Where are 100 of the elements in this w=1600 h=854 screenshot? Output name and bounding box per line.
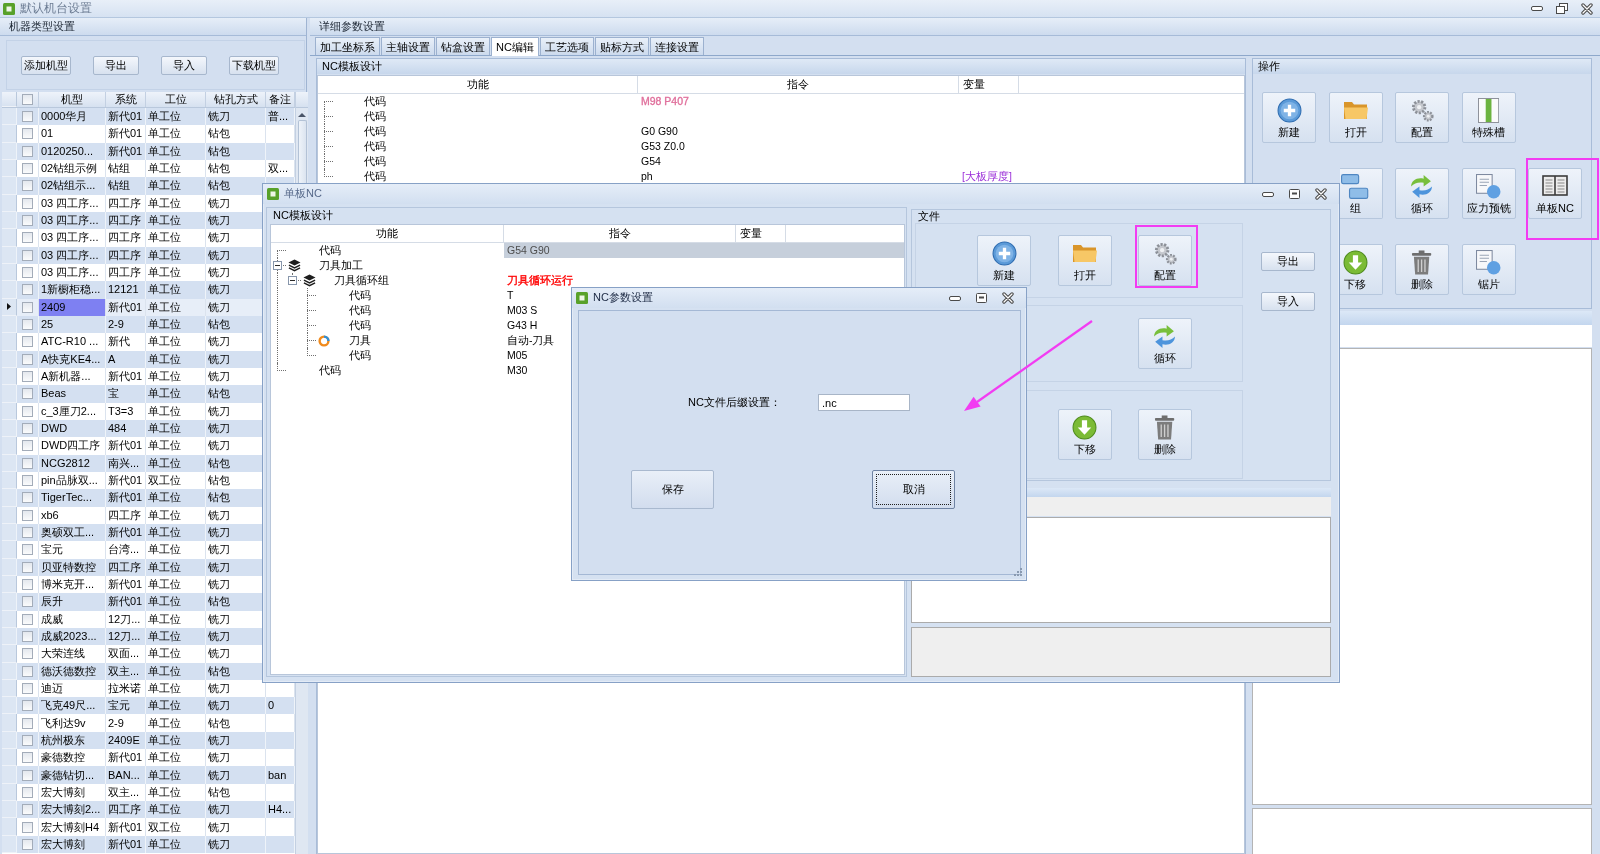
node-label[interactable]: 代码 [349,289,371,302]
tab[interactable]: 钻盒设置 [436,37,490,55]
checkbox[interactable] [22,267,33,279]
tab[interactable]: 主轴设置 [381,37,435,55]
action-button[interactable]: 单板NC [1528,168,1582,219]
checkbox[interactable] [22,665,33,677]
checkbox[interactable] [22,752,33,764]
minimize-icon[interactable] [1262,191,1274,197]
action-button[interactable]: 下移 [1339,244,1383,295]
checkbox[interactable] [22,683,33,694]
action-button[interactable]: 特殊槽 [1461,92,1516,143]
toolbar-button[interactable]: 导出 [1261,252,1315,271]
checkbox[interactable] [22,457,33,469]
checkbox[interactable] [22,180,33,192]
checkbox[interactable] [22,475,33,487]
scrollbar-thumb[interactable] [297,120,307,183]
checkbox[interactable] [22,804,33,816]
tab[interactable]: 连接设置 [649,37,704,55]
action-button[interactable]: 循环 [1138,318,1192,369]
restore-icon[interactable] [1556,3,1568,14]
checkbox[interactable] [22,336,33,348]
tab[interactable]: NC编辑 [491,37,539,56]
toolbar-button[interactable]: 添加机型 [21,55,71,75]
checkbox[interactable] [22,561,33,573]
checkbox[interactable] [22,301,33,313]
checkbox[interactable] [22,232,33,244]
checkbox[interactable] [22,579,33,590]
checkbox[interactable] [22,388,33,400]
checkbox[interactable] [22,631,33,642]
collapse-icon[interactable] [273,261,282,270]
tab[interactable]: 工艺选项 [539,37,594,55]
action-button[interactable]: 打开 [1057,235,1112,286]
action-button[interactable]: 组 [1339,168,1383,219]
checkbox[interactable] [22,128,33,140]
node-label[interactable]: 刀具 [349,334,371,347]
action-button[interactable]: 打开 [1328,92,1383,143]
toolbar-button[interactable]: 导入 [1261,292,1315,311]
action-button[interactable]: 删除 [1138,409,1192,460]
checkbox[interactable] [22,371,33,383]
minimize-icon[interactable] [1531,6,1543,11]
toolbar-button[interactable]: 导入 [161,55,207,75]
action-button[interactable]: 配置 [1395,92,1449,143]
checkbox[interactable] [22,700,33,712]
minimize-icon[interactable] [949,295,961,301]
node-label[interactable]: 代码 [349,304,371,317]
action-button[interactable]: 配置 [1138,235,1192,286]
checkbox[interactable] [22,405,33,417]
dialog-button[interactable]: 取消 [872,470,955,509]
resize-grip-icon[interactable] [1012,566,1022,576]
maximize-icon[interactable] [1289,189,1300,199]
checkbox[interactable] [22,215,33,227]
node-label[interactable]: 代码 [349,319,371,332]
checkbox[interactable] [22,353,33,365]
node-label[interactable]: 刀具循环组 [334,274,389,287]
checkbox[interactable] [22,648,33,660]
checkbox[interactable] [22,544,33,556]
checkbox[interactable] [22,838,33,850]
checkbox[interactable] [22,440,33,452]
tab[interactable]: 加工坐标系 [315,37,380,55]
close-icon[interactable] [1315,188,1327,200]
tab[interactable]: 贴标方式 [594,37,649,55]
checkbox[interactable] [22,717,33,729]
close-icon[interactable] [1581,2,1593,15]
action-button[interactable]: 删除 [1395,244,1449,295]
checkbox[interactable] [22,249,33,261]
checkbox[interactable] [22,111,33,123]
node-label[interactable]: 代码 [349,349,371,362]
maximize-icon[interactable] [976,293,987,303]
checkbox[interactable] [22,734,33,746]
input-field[interactable]: .nc [818,394,910,411]
checkbox[interactable] [22,527,33,539]
action-button[interactable]: 新建 [1262,92,1316,143]
toolbar-button[interactable]: 下载机型 [229,55,279,75]
checkbox[interactable] [22,509,33,521]
scrollbar-track[interactable] [296,683,308,854]
action-button[interactable]: 应力预铣 [1461,168,1516,219]
checkbox[interactable] [22,423,33,435]
scroll-up-icon[interactable] [298,113,306,117]
checkbox[interactable] [22,284,33,296]
checkbox[interactable] [22,492,33,504]
close-icon[interactable] [1002,292,1014,304]
dialog-button[interactable]: 保存 [631,470,714,509]
node-label[interactable]: 刀具加工 [319,259,363,272]
action-button[interactable]: 锯片 [1461,244,1516,295]
checkbox[interactable] [22,163,33,175]
checkbox[interactable] [22,319,33,331]
action-button[interactable]: 新建 [977,235,1031,286]
collapse-icon[interactable] [288,276,297,285]
checkbox[interactable] [22,821,33,833]
checkbox[interactable] [22,145,33,157]
checkbox[interactable] [22,786,33,798]
action-button[interactable]: 下移 [1057,409,1112,460]
checkbox[interactable] [22,769,33,781]
checkbox[interactable] [22,197,33,209]
action-button[interactable]: 循环 [1395,168,1449,219]
node-label[interactable]: 代码 [319,364,341,377]
checkbox[interactable] [22,94,33,105]
node-label[interactable]: 代码 [319,244,341,257]
checkbox[interactable] [22,613,33,625]
scrollbar[interactable] [296,108,308,183]
